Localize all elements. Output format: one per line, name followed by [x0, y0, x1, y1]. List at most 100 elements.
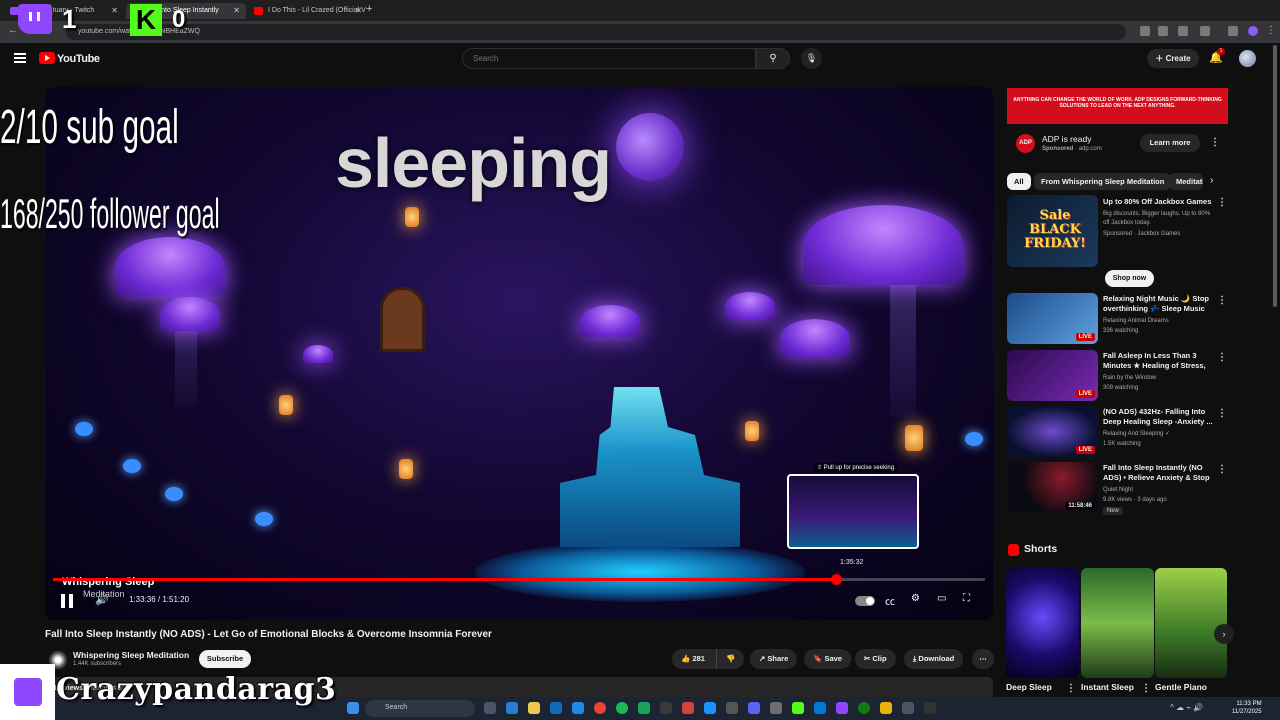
address-bar[interactable]: youtube.com/watch?v=MBNBHEaZWQ: [66, 24, 1126, 40]
app-icon[interactable]: [880, 702, 892, 714]
related-thumbnail[interactable]: 11:58:46: [1007, 462, 1098, 513]
short-thumbnail[interactable]: [1006, 568, 1079, 678]
page-scrollbar[interactable]: [1273, 45, 1277, 307]
store-icon[interactable]: [550, 702, 562, 714]
app-icon[interactable]: [770, 702, 782, 714]
more-actions-button[interactable]: ⋯: [972, 649, 994, 669]
discord-icon[interactable]: [748, 702, 760, 714]
related-menu-icon[interactable]: ⋮: [1217, 197, 1227, 208]
app-icon[interactable]: [902, 702, 914, 714]
tiktok-icon[interactable]: [660, 702, 672, 714]
ad-title[interactable]: ADP is ready: [1042, 134, 1091, 144]
search-input[interactable]: [462, 48, 756, 69]
short-menu-icon[interactable]: ⋮: [1066, 683, 1076, 694]
create-button[interactable]: ＋ Create: [1147, 49, 1199, 68]
autoplay-toggle[interactable]: [855, 596, 875, 606]
app-icon[interactable]: [682, 702, 694, 714]
like-button[interactable]: 👍 281: [672, 649, 716, 669]
progress-scrubber-handle[interactable]: [830, 574, 842, 585]
chips-next-chevron-icon[interactable]: ›: [1210, 175, 1213, 186]
ad-menu-icon[interactable]: ⋮: [1210, 137, 1220, 148]
extension-icon[interactable]: [1140, 26, 1150, 36]
user-avatar[interactable]: [1239, 50, 1256, 67]
related-title[interactable]: Relaxing Night Music 🌙 Stop overthinking…: [1103, 294, 1213, 314]
app-icon[interactable]: [726, 702, 738, 714]
app-icon[interactable]: [638, 702, 650, 714]
short-thumbnail[interactable]: [1081, 568, 1154, 678]
system-tray-icons[interactable]: ^ ☁ ⌁ 🔊: [1170, 703, 1203, 712]
chrome-icon[interactable]: [594, 702, 606, 714]
download-button[interactable]: ⤓ Download: [904, 649, 964, 669]
share-button[interactable]: ↗ Share: [750, 649, 798, 669]
profile-icon[interactable]: [1228, 26, 1238, 36]
related-menu-icon[interactable]: ⋮: [1217, 352, 1227, 363]
volume-icon[interactable]: 🔊: [95, 593, 109, 606]
miniplayer-icon[interactable]: ▭: [937, 593, 946, 604]
learn-more-button[interactable]: Learn more: [1140, 134, 1200, 152]
tab-close-icon[interactable]: ✕: [355, 6, 362, 15]
file-explorer-icon[interactable]: [528, 702, 540, 714]
related-menu-icon[interactable]: ⋮: [1217, 295, 1227, 306]
taskbar-clock[interactable]: 11:33 PM 11/27/2025: [1232, 700, 1262, 716]
youtube-logo-text[interactable]: YouTube: [57, 53, 100, 65]
menu-hamburger-icon[interactable]: [14, 53, 26, 63]
related-menu-icon[interactable]: ⋮: [1217, 408, 1227, 419]
task-view-icon[interactable]: [484, 702, 496, 714]
windows-start-icon[interactable]: [347, 702, 359, 714]
related-title[interactable]: Fall Asleep In Less Than 3 Minutes ★ Hea…: [1103, 351, 1213, 371]
xbox-icon[interactable]: [858, 702, 870, 714]
tab-close-icon[interactable]: ✕: [111, 6, 118, 15]
app-icon[interactable]: [814, 702, 826, 714]
settings-gear-icon[interactable]: ⚙: [911, 593, 920, 604]
youtube-logo-icon[interactable]: [39, 52, 55, 64]
related-thumbnail[interactable]: LIVE: [1007, 350, 1098, 401]
spotify-icon[interactable]: [616, 702, 628, 714]
extensions-puzzle-icon[interactable]: [1178, 26, 1188, 36]
short-title[interactable]: Gentle Piano: [1155, 682, 1207, 692]
chip-from-channel[interactable]: From Whispering Sleep Meditation: [1034, 173, 1172, 190]
save-button[interactable]: 🔖 Save: [804, 649, 851, 669]
progress-bar[interactable]: [53, 574, 985, 585]
captions-icon[interactable]: ㏄: [885, 593, 895, 608]
related-menu-icon[interactable]: ⋮: [1217, 464, 1227, 475]
ad-banner[interactable]: ANYTHING CAN CHANGE THE WORLD OF WORK. A…: [1007, 88, 1228, 124]
dislike-button[interactable]: 👎: [716, 649, 744, 669]
app-icon[interactable]: [704, 702, 716, 714]
fullscreen-icon[interactable]: ⛶: [963, 593, 970, 604]
chip-meditation[interactable]: Meditation: [1169, 173, 1203, 190]
app-icon[interactable]: [572, 702, 584, 714]
bookmark-star-icon[interactable]: [1158, 26, 1168, 36]
clip-button[interactable]: ✂ Clip: [855, 649, 896, 669]
pause-icon[interactable]: [61, 594, 73, 608]
taskbar-search-box[interactable]: Search: [365, 700, 475, 717]
short-title[interactable]: Instant Sleep: [1081, 682, 1134, 692]
voice-search-mic-icon[interactable]: 🎙: [801, 48, 822, 69]
video-player[interactable]: sleeping ⇧ Pull up for precise seeking 1…: [45, 87, 993, 620]
app-icon[interactable]: [836, 702, 848, 714]
related-title[interactable]: Up to 80% Off Jackbox Games: [1103, 197, 1213, 207]
short-thumbnail[interactable]: [1155, 568, 1227, 678]
browser-tab-youtube[interactable]: I Do This - Lil Crazed (Official V ✕: [248, 3, 368, 19]
obs-icon[interactable]: [924, 702, 936, 714]
search-button[interactable]: ⚲: [756, 48, 790, 69]
new-tab-button[interactable]: +: [366, 3, 372, 15]
subscribe-button[interactable]: Subscribe: [199, 650, 251, 668]
channel-name[interactable]: Whispering Sleep Meditation: [73, 650, 189, 660]
adp-logo[interactable]: ADP: [1016, 134, 1035, 153]
back-arrow-icon[interactable]: ←: [8, 25, 18, 36]
related-thumbnail[interactable]: LIVE: [1007, 406, 1098, 457]
kick-icon[interactable]: [792, 702, 804, 714]
related-title[interactable]: Fall Into Sleep Instantly (NO ADS) • Rel…: [1103, 463, 1213, 483]
short-title[interactable]: Deep Sleep: [1006, 682, 1052, 692]
shop-now-button[interactable]: Shop now: [1105, 270, 1154, 287]
related-thumbnail-jackbox[interactable]: Sale BLACK FRIDAY!: [1007, 195, 1098, 267]
split-view-icon[interactable]: [1200, 26, 1210, 36]
tab-close-icon[interactable]: ✕: [233, 6, 240, 15]
edge-icon[interactable]: [506, 702, 518, 714]
account-avatar-icon[interactable]: [1248, 26, 1258, 36]
related-thumbnail[interactable]: LIVE: [1007, 293, 1098, 344]
short-menu-icon[interactable]: ⋮: [1141, 683, 1151, 694]
shorts-next-chevron-icon[interactable]: ›: [1214, 624, 1234, 644]
browser-menu-icon[interactable]: ⋮: [1266, 25, 1276, 36]
chip-all[interactable]: All: [1007, 173, 1031, 190]
